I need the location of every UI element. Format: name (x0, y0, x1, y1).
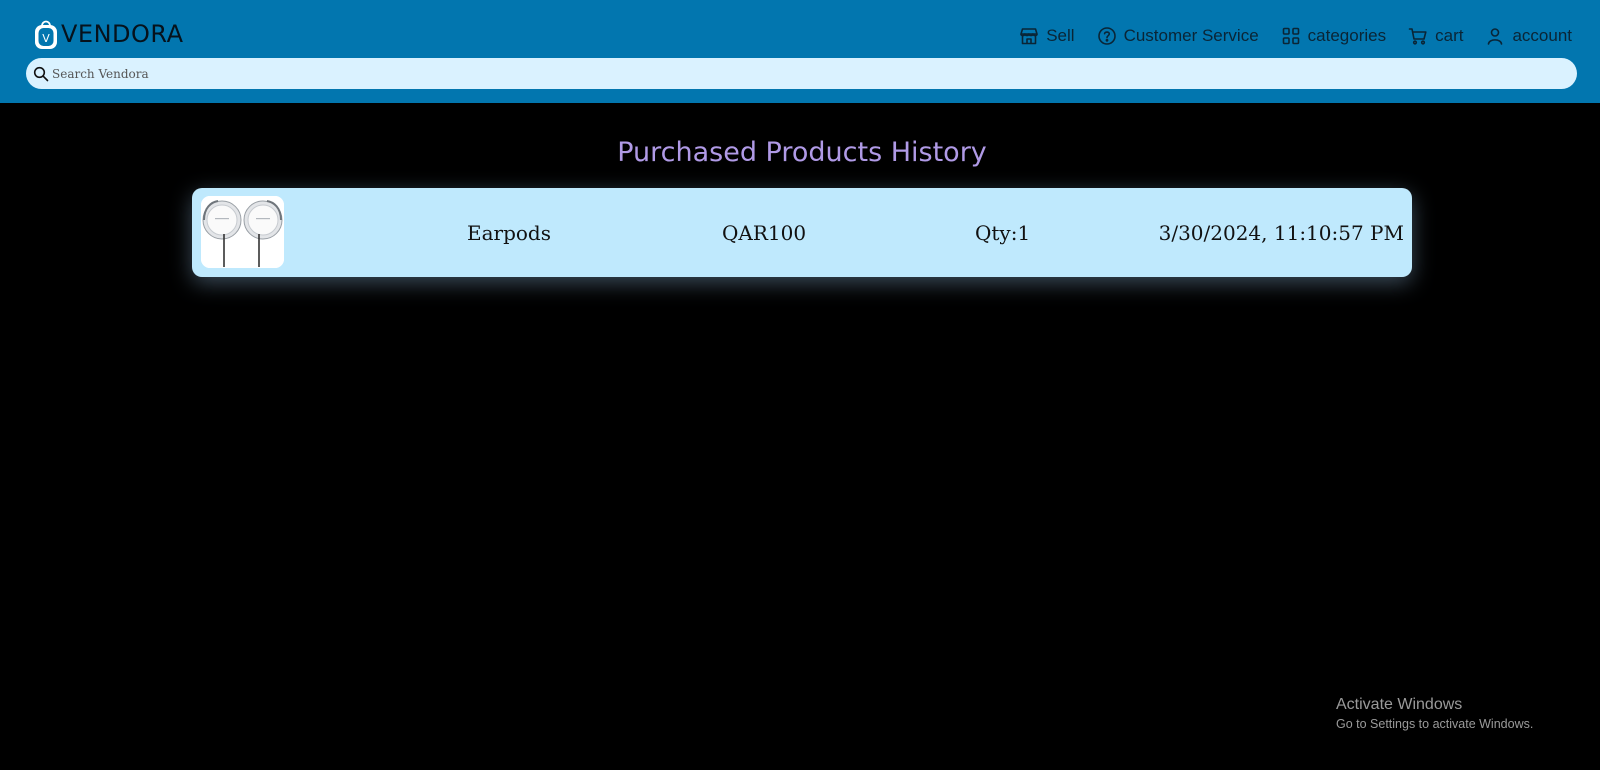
help-circle-icon (1097, 27, 1116, 45)
page-title: Purchased Products History (617, 137, 987, 168)
brand-name: VENDORA (61, 20, 184, 48)
product-price: QAR100 (722, 221, 807, 245)
product-image (201, 196, 284, 268)
cart-icon (1408, 28, 1427, 45)
nav-sell[interactable]: Sell (1019, 26, 1075, 46)
shopping-bag-logo-icon: V (35, 20, 57, 49)
watermark-subtitle: Go to Settings to activate Windows. (1336, 717, 1534, 731)
nav-account[interactable]: account (1485, 26, 1572, 46)
nav-customer-service[interactable]: Customer Service (1097, 26, 1259, 46)
nav-sell-label: Sell (1046, 26, 1075, 45)
purchase-date: 3/30/2024, 11:10:57 PM (1158, 221, 1404, 245)
nav-cart[interactable]: cart (1408, 26, 1463, 46)
brand-logo-link[interactable]: V VENDORA (34, 18, 184, 50)
nav-cart-label: cart (1435, 26, 1464, 45)
product-name: Earpods (467, 221, 551, 245)
top-navigation-bar: V VENDORA Sell Customer Service categori… (0, 0, 1600, 103)
nav-categories-label: categories (1307, 26, 1387, 45)
nav-account-label: account (1512, 26, 1572, 45)
logo-letter: V (42, 32, 50, 45)
search-bar (26, 58, 1577, 89)
search-input[interactable] (52, 61, 1552, 86)
nav-categories[interactable]: categories (1281, 26, 1386, 46)
nav-customer-service-label: Customer Service (1123, 26, 1259, 45)
store-icon (1020, 28, 1039, 45)
earpods-image (201, 196, 284, 268)
user-icon (1488, 28, 1503, 45)
search-icon[interactable] (33, 66, 49, 82)
order-history-row[interactable]: Earpods QAR100 Qty:1 3/30/2024, 11:10:57… (192, 188, 1412, 277)
product-quantity: Qty:1 (975, 221, 1031, 245)
grid-icon (1282, 27, 1299, 45)
watermark-title: Activate Windows (1336, 696, 1463, 713)
main-nav: Sell Customer Service categories cart ac… (1019, 22, 1572, 50)
windows-activation-watermark: Activate Windows Go to Settings to activ… (1336, 696, 1533, 731)
